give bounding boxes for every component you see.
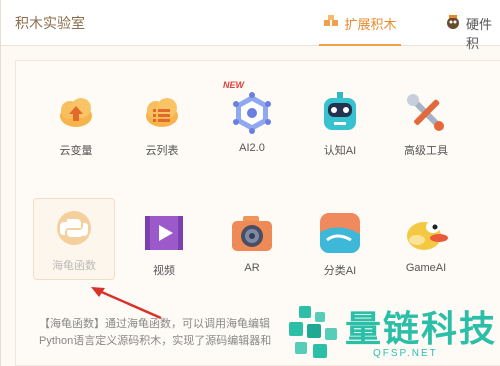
ext-label: 视频 [153,265,175,277]
camera-icon [229,210,275,256]
ext-advanced-tools[interactable]: 高级工具 [387,90,465,170]
video-icon [141,210,187,256]
ext-label: 海龟函数 [52,260,96,272]
cloud-list-icon [139,90,185,136]
tab-extension-blocks[interactable]: 扩展积木 [319,10,401,46]
dialog-header: 积木实验室 扩展积木 硬件积 [1,0,500,51]
ext-label: 认知AI [323,145,357,157]
ext-cloud-list[interactable]: 云列表 [123,90,201,170]
watermark-logo-icon [289,306,337,358]
bird-icon [403,210,449,256]
new-badge: NEW [223,80,244,90]
hardware-tab-icon [445,14,461,30]
python-icon [51,205,97,251]
ext-label: AR [244,262,260,274]
classify-icon [317,210,363,256]
hexagon-network-icon: NEW [223,80,275,136]
robot-icon [317,90,363,136]
ext-turtle-function[interactable]: 海龟函数 [33,198,115,280]
watermark-text: 量链科技 [345,309,498,350]
tab-label: 硬件积 [466,17,493,51]
ext-cognitive-ai[interactable]: 认知AI [301,90,379,170]
ext-label: AI2.0 [239,142,265,154]
ext-label: GameAI [405,262,447,274]
ext-ar[interactable]: AR [213,210,291,290]
cloud-upload-icon [53,90,99,136]
ext-label: 云变量 [59,145,93,157]
tab-hardware-blocks[interactable]: 硬件积 [445,10,500,51]
ext-video[interactable]: 视频 [125,210,203,290]
extension-dialog: 积木实验室 扩展积木 硬件积 云变量 云列表 NEW AI2.0 认知AI 高级… [0,0,500,366]
ext-ai2[interactable]: NEW AI2.0 [213,80,291,170]
ext-label: 云列表 [145,145,179,157]
ext-label: 分类AI [323,265,357,277]
ext-cloud-variable[interactable]: 云变量 [37,90,115,170]
ext-label: 高级工具 [404,145,448,157]
ext-classify-ai[interactable]: 分类AI [301,210,379,290]
blocks-tab-icon [323,14,339,30]
dialog-title: 积木实验室 [15,15,85,31]
ext-game-ai[interactable]: GameAI [387,210,465,290]
watermark: 量链科技 QFSP.NET [277,300,500,366]
tab-label: 扩展积木 [344,17,397,32]
tools-icon [403,90,449,136]
watermark-subtext: QFSP.NET [373,348,438,359]
